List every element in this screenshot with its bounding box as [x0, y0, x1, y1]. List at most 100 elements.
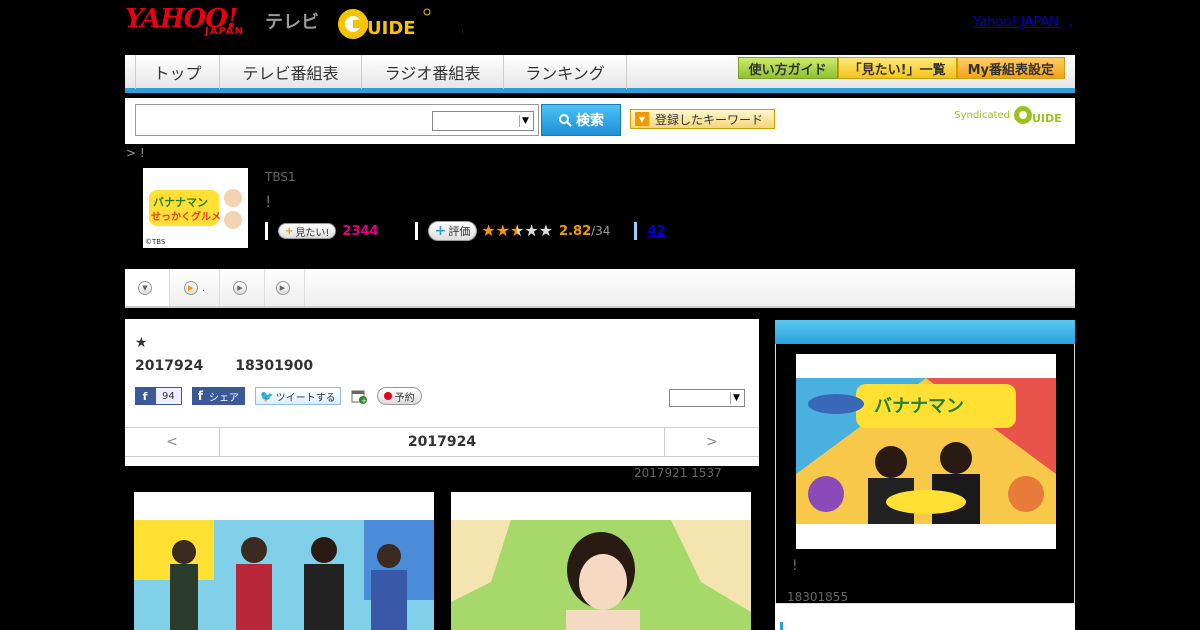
subtab-1[interactable]: ▶ . [170, 269, 220, 306]
rating-count: /34 [591, 224, 611, 238]
chevron-down-icon: ▼ [138, 280, 152, 295]
rating-stars: ★ ★ ★ ★ ★ [481, 223, 553, 239]
episode-panel: ★ 2017924 18301900 f 94 f シェア 🐦 ツイートする + [125, 319, 759, 466]
topbar-dot: , [461, 24, 465, 35]
twitter-icon: 🐦 [259, 389, 274, 403]
record-reserve-label: 予約 [394, 392, 415, 404]
nav-right-buttons: 使い方ガイド 「見たい!」一覧 My番組表設定 [737, 57, 1065, 79]
sidebar-image-copyright: ©TBS [799, 537, 825, 546]
nav-tab-ranking[interactable]: ランキング [503, 55, 627, 89]
gguide-logo[interactable]: UIDE [335, 6, 433, 42]
chevron-down-icon: ▼ [730, 392, 742, 404]
key-visual-image: バナナマン [796, 354, 1056, 549]
syndicated-badge: Syndicated UIDE [954, 104, 1065, 126]
main-nav: トップ テレビ番組表 ラジオ番組表 ランキング 使い方ガイド 「見たい!」一覧 … [125, 55, 1075, 93]
star-empty-icon: ★ [538, 221, 554, 240]
breadcrumb[interactable]: > ! [126, 146, 145, 160]
subtab-2[interactable]: ▶ [220, 269, 265, 306]
page: YAHOO! JAPAN テレビ UIDE , Yahoo! JAPAN , ト… [0, 0, 1200, 630]
previous-date-button[interactable]: < [125, 428, 220, 456]
last-updated: 2017921 1537 [634, 466, 722, 480]
rate-button[interactable]: + 評価 [427, 221, 478, 241]
star-filled-icon: ★ [495, 221, 511, 240]
guide-button[interactable]: 使い方ガイド [737, 57, 838, 79]
star-icon: ★ [135, 335, 148, 351]
search-button[interactable]: 検索 [541, 104, 621, 136]
program-subtabs: ▼ ▶ . ▶ ▶ [125, 269, 1075, 308]
want-to-watch-count: 2344 [342, 223, 379, 239]
play-icon: ▶ [183, 280, 198, 295]
want-to-watch-label: 見たい! [295, 227, 330, 239]
registered-keywords-button[interactable]: ▼ 登録したキーワード [630, 109, 775, 129]
episode-select[interactable]: ▼ [669, 389, 745, 407]
search-button-label: 検索 [576, 113, 604, 129]
tweet-label: ツイートする [275, 392, 336, 404]
svg-text:UIDE: UIDE [1032, 112, 1062, 125]
triangle-down-icon: ▼ [635, 112, 649, 126]
svg-text:+: + [361, 397, 367, 404]
current-date: 2017924 [407, 434, 477, 450]
episode-photo[interactable] [451, 492, 751, 630]
broadcast-datetime: 2017924 18301900 [135, 358, 313, 374]
program-channel: TBS1 [265, 170, 296, 184]
want-to-watch-button[interactable]: + 見たい! [278, 223, 337, 239]
sidebar-program-time: 18301855 [787, 590, 849, 604]
star-half-icon: ★ [510, 221, 525, 240]
broadcast-time: 18301900 [235, 358, 314, 374]
yahoo-japan-text: JAPAN [205, 26, 244, 37]
facebook-share-label: シェア [208, 392, 239, 404]
registered-keywords-label: 登録したキーワード [655, 112, 764, 127]
svg-text:バナナマン: バナナマン [874, 396, 964, 417]
play-icon: ▶ [275, 280, 290, 295]
sidebar-bottom-box [775, 604, 1075, 630]
yahoo-japan-link[interactable]: Yahoo! JAPAN [973, 15, 1059, 30]
top-bar: YAHOO! JAPAN テレビ UIDE , Yahoo! JAPAN , [125, 0, 1075, 52]
episode-photo[interactable] [134, 492, 434, 630]
sidebar-program-title: ! [792, 558, 798, 574]
social-buttons: f 94 f シェア 🐦 ツイートする + 予約 [135, 387, 422, 405]
subtab-0[interactable]: ▼ [125, 269, 170, 306]
facebook-like-count: 94 [155, 387, 182, 405]
next-date-button[interactable]: > [664, 428, 759, 456]
broadcast-date: 2017924 [135, 358, 204, 374]
want-to-watch-list-button[interactable]: 「見たい!」一覧 [837, 57, 957, 79]
thumbnail-copyright: ©TBS [145, 238, 166, 246]
facebook-icon: f [135, 387, 155, 405]
sidebar-program-box: バナナマン ©TBS ! [775, 344, 1075, 604]
sidebar: バナナマン ©TBS ! 18301855 [775, 320, 1075, 630]
search-icon [559, 114, 572, 127]
plus-icon: + [285, 225, 294, 237]
facebook-icon: f [197, 389, 203, 403]
search-category-select[interactable]: ▼ [432, 111, 534, 131]
subtab-3[interactable]: ▶ [265, 269, 305, 306]
svg-text:UIDE: UIDE [367, 18, 416, 39]
my-listings-settings-button[interactable]: My番組表設定 [956, 57, 1065, 79]
record-reserve-button[interactable]: 予約 [376, 387, 422, 405]
review-count-link[interactable]: 42 [647, 224, 665, 239]
nav-tab-tv-listings[interactable]: テレビ番組表 [219, 55, 361, 89]
syndicated-label: Syndicated [954, 109, 1010, 121]
rate-label: 評価 [448, 225, 471, 238]
plus-icon: + [434, 223, 447, 239]
program-logo-image: バナナマン せっかくグルメ [143, 168, 248, 248]
sidebar-program-image[interactable]: バナナマン ©TBS [796, 354, 1056, 549]
star-filled-icon: ★ [481, 221, 496, 240]
stat-divider [634, 222, 638, 240]
program-thumbnail[interactable]: バナナマン せっかくグルメ ©TBS [143, 168, 248, 248]
search-bar: ▼ 検索 ▼ 登録したキーワード Syndicated UIDE [125, 98, 1075, 144]
facebook-share-button[interactable]: f シェア [191, 387, 245, 405]
calendar-add-icon[interactable]: + [351, 388, 367, 404]
stat-divider [265, 222, 268, 240]
facebook-like-button[interactable]: f 94 [135, 387, 182, 405]
rating-value: 2.82 [559, 223, 592, 239]
tweet-button[interactable]: 🐦 ツイートする [254, 387, 341, 405]
guest-photo-image [451, 492, 751, 630]
subtab-label: . [201, 281, 206, 294]
chevron-down-icon: ▼ [519, 115, 531, 127]
nav-tab-radio-listings[interactable]: ラジオ番組表 [361, 55, 503, 89]
sidebar-header [775, 320, 1075, 344]
program-stats: + 見たい! 2344 + 評価 ★ ★ ★ ★ ★ 2.82 /34 42 [265, 220, 666, 242]
nav-tab-top[interactable]: トップ [135, 55, 219, 89]
tv-label[interactable]: テレビ [265, 8, 319, 34]
topbar-trailing-dot: , [1068, 15, 1073, 30]
